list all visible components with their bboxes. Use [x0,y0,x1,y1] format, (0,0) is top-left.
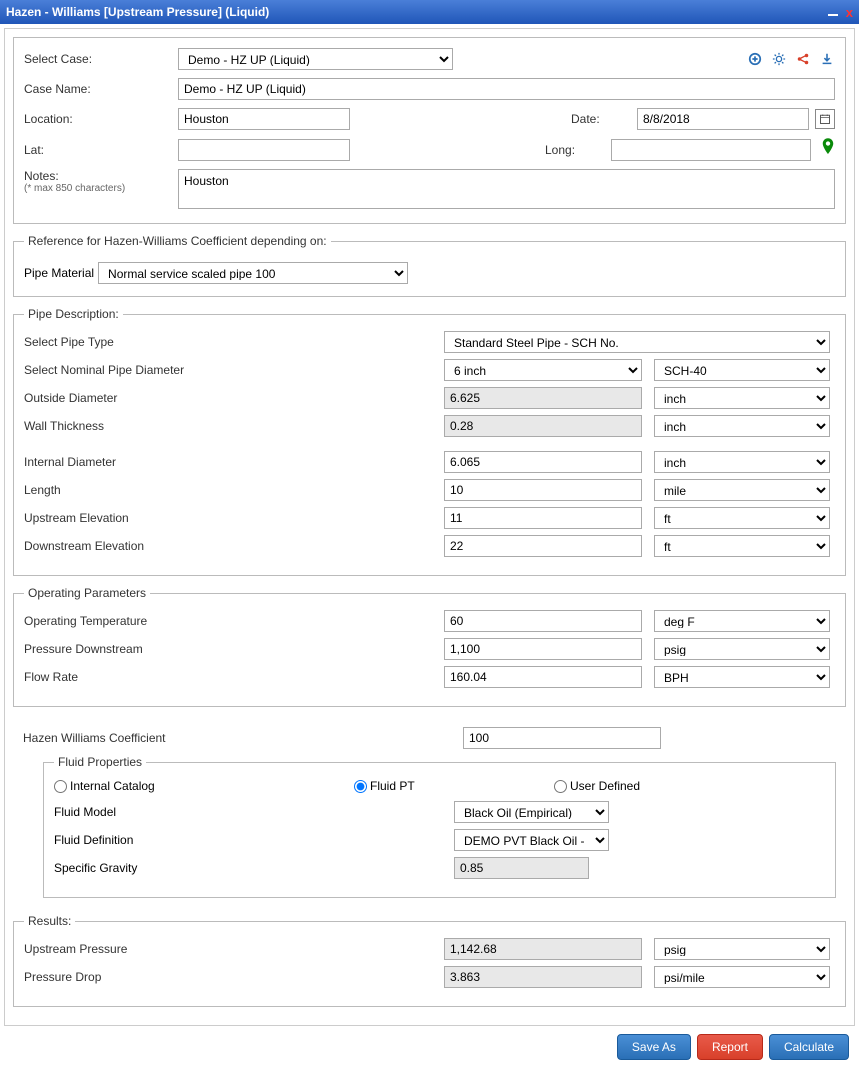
radio-fluid-pt[interactable]: Fluid PT [354,779,554,793]
date-label: Date: [571,112,631,126]
pipe-unit-select[interactable]: ft [654,507,830,529]
field-label: Pressure Drop [24,970,444,984]
close-icon[interactable]: x [846,5,853,20]
fluid-properties-fieldset: Fluid Properties Internal Catalog Fluid … [43,755,836,898]
lat-label: Lat: [24,143,172,157]
pipe-row-label: Wall Thickness [24,419,444,433]
long-label: Long: [545,143,605,157]
field-label: Pressure Downstream [24,642,444,656]
notes-label: Notes: [24,169,172,183]
case-name-label: Case Name: [24,82,172,96]
main-content: Select Case: Demo - HZ UP (Liquid) [4,28,855,1026]
operating-parameters-fieldset: Operating Parameters Operating Temperatu… [13,586,846,707]
case-name-input[interactable] [178,78,835,100]
pipe-description-legend: Pipe Description: [24,307,123,321]
hazen-coefficient-input[interactable] [463,727,661,749]
pipe-unit-select[interactable]: ft [654,535,830,557]
pipe-unit-select[interactable]: mile [654,479,830,501]
notes-textarea[interactable] [178,169,835,209]
field-unit-select[interactable]: psig [654,938,830,960]
pipe-description-fieldset: Pipe Description: Select Pipe TypeStanda… [13,307,846,576]
reference-legend: Reference for Hazen-Williams Coefficient… [24,234,331,248]
results-fieldset: Results: Upstream Pressure psig Pressure D… [13,914,846,1007]
pipe-type-select[interactable]: Standard Steel Pipe - SCH No. [444,331,830,353]
select-case-label: Select Case: [24,52,172,66]
field-unit-select[interactable]: psi/mile [654,966,830,988]
calendar-icon[interactable] [815,109,835,129]
pipe-row-label: Outside Diameter [24,391,444,405]
minimize-icon[interactable] [828,14,838,16]
pipe-unit-select[interactable]: inch [654,415,830,437]
save-as-button[interactable]: Save As [617,1034,691,1060]
window-title: Hazen - Williams [Upstream Pressure] (Li… [6,5,269,19]
field-unit-select[interactable]: deg F [654,610,830,632]
field-label: Flow Rate [24,670,444,684]
pipe-unit-select[interactable]: inch [654,387,830,409]
long-input[interactable] [611,139,811,161]
field-value-input [444,938,642,960]
field-label: Operating Temperature [24,614,444,628]
fluid-properties-legend: Fluid Properties [54,755,146,769]
field-value-input [444,966,642,988]
pin-icon[interactable] [821,138,835,161]
pipe-row-label: Select Pipe Type [24,335,444,349]
pipe-unit-select[interactable]: inch [654,451,830,473]
report-button[interactable]: Report [697,1034,763,1060]
pipe-material-select[interactable]: Normal service scaled pipe 100 [98,262,408,284]
pipe-value-input[interactable] [444,479,642,501]
fluid-model-label: Fluid Model [54,805,454,819]
pipe-material-label: Pipe Material [24,266,94,280]
field-unit-select[interactable]: BPH [654,666,830,688]
add-icon[interactable] [747,51,763,67]
pipe-row-label: Upstream Elevation [24,511,444,525]
select-case-dropdown[interactable]: Demo - HZ UP (Liquid) [178,48,453,70]
pipe-value-input[interactable] [444,451,642,473]
reference-fieldset: Reference for Hazen-Williams Coefficient… [13,234,846,297]
pipe-row-label: Select Nominal Pipe Diameter [24,363,444,377]
fluid-definition-select[interactable]: DEMO PVT Black Oil - DEMO [454,829,609,851]
pipe-value-input [444,387,642,409]
date-input[interactable] [637,108,809,130]
pipe-value-input[interactable] [444,535,642,557]
case-panel: Select Case: Demo - HZ UP (Liquid) [13,37,846,224]
specific-gravity-label: Specific Gravity [54,861,454,875]
field-label: Upstream Pressure [24,942,444,956]
field-value-input[interactable] [444,666,642,688]
hazen-coefficient-label: Hazen Williams Coefficient [23,731,463,745]
gear-icon[interactable] [771,51,787,67]
pipe-value-input [444,415,642,437]
operating-parameters-legend: Operating Parameters [24,586,150,600]
pipe-row-label: Internal Diameter [24,455,444,469]
radio-user-defined[interactable]: User Defined [554,779,704,793]
pipe-value-select[interactable]: 6 inch [444,359,642,381]
download-icon[interactable] [819,51,835,67]
hazen-panel: Hazen Williams Coefficient Fluid Propert… [13,717,846,898]
fluid-model-select[interactable]: Black Oil (Empirical) [454,801,609,823]
pipe-row-label: Downstream Elevation [24,539,444,553]
radio-internal-catalog[interactable]: Internal Catalog [54,779,354,793]
specific-gravity-input [454,857,589,879]
share-icon[interactable] [795,51,811,67]
location-input[interactable] [178,108,350,130]
field-value-input[interactable] [444,610,642,632]
location-label: Location: [24,112,172,126]
lat-input[interactable] [178,139,350,161]
pipe-row-label: Length [24,483,444,497]
fluid-definition-label: Fluid Definition [54,833,454,847]
results-legend: Results: [24,914,75,928]
pipe-value-input[interactable] [444,507,642,529]
field-value-input[interactable] [444,638,642,660]
notes-sublabel: (* max 850 characters) [24,183,172,194]
pipe-unit-select[interactable]: SCH-40 [654,359,830,381]
title-bar: Hazen - Williams [Upstream Pressure] (Li… [0,0,859,24]
field-unit-select[interactable]: psig [654,638,830,660]
calculate-button[interactable]: Calculate [769,1034,849,1060]
